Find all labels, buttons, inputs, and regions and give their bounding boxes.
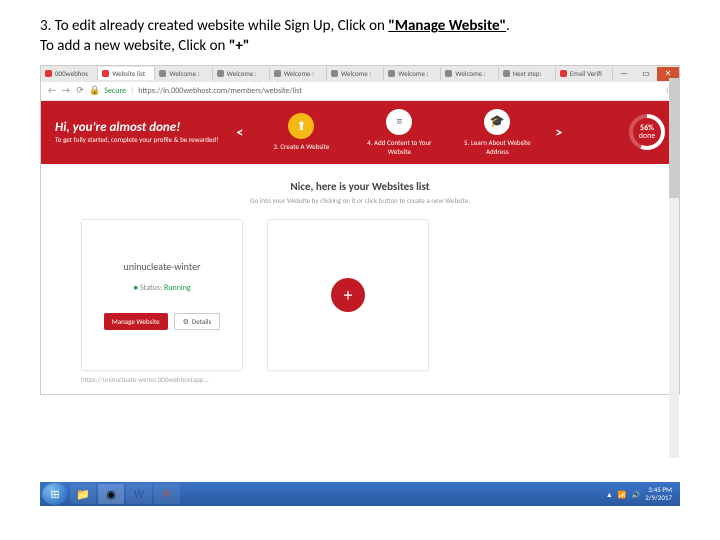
forward-icon[interactable]: → (61, 85, 71, 96)
step-add-content[interactable]: ≡ 4. Add Content to Your Website (359, 109, 439, 156)
tab-bar: 000webhos Website list Welcome : Welcome… (41, 66, 679, 82)
website-card[interactable]: uninucleate-winter ● Status: Running Man… (81, 219, 243, 371)
step-learn-address[interactable]: 🎓 5. Learn About Website Address (457, 109, 537, 156)
reload-icon[interactable]: ⟳ (75, 85, 85, 96)
chevron-left-icon[interactable]: < (236, 124, 243, 141)
browser-tab[interactable]: Welcome : (384, 67, 441, 80)
tray-flag-icon[interactable]: ▲ (606, 490, 613, 499)
browser-tab[interactable]: Welcome : (441, 67, 498, 80)
tray-volume-icon[interactable]: 🔊 (632, 490, 641, 499)
gear-icon: ⚙ (183, 317, 189, 326)
taskbar-chrome-icon[interactable]: ◉ (98, 484, 124, 504)
address-bar: ← → ⟳ 🔒 Secure | https://in.000webhost.c… (41, 82, 679, 101)
chevron-right-icon[interactable]: > (555, 124, 562, 141)
back-icon[interactable]: ← (47, 85, 57, 96)
window-minimize-button[interactable]: — (613, 67, 635, 81)
windows-taskbar: ⊞ 📁 ◉ W P ▲ 📶 🔊 3:45 PM2/9/2017 (40, 482, 680, 506)
browser-tab[interactable]: Email Verifi (556, 67, 613, 80)
tray-network-icon[interactable]: 📶 (618, 490, 627, 499)
page-subtitle: Go into your Website by clicking on it o… (81, 196, 639, 205)
taskbar-clock[interactable]: 3:45 PM2/9/2017 (645, 486, 672, 501)
taskbar-folder-icon[interactable]: 📁 (70, 484, 96, 504)
site-status: ● Status: Running (133, 283, 190, 293)
add-website-card[interactable]: + (267, 219, 429, 371)
browser-window: 000webhos Website list Welcome : Welcome… (40, 65, 680, 395)
upload-icon: ⬆ (288, 113, 314, 139)
window-maximize-button[interactable]: ▭ (635, 67, 657, 81)
page-content: Hi, you're almost done! To get fully sta… (41, 101, 679, 394)
site-name: uninucleate-winter (123, 260, 200, 273)
list-icon: ≡ (386, 109, 412, 135)
browser-tab[interactable]: Welcome : (270, 67, 327, 80)
browser-tab[interactable]: Next step: (499, 67, 556, 80)
browser-tab[interactable]: Welcome : (155, 67, 212, 80)
taskbar-word-icon[interactable]: W (126, 484, 152, 504)
progress-donut: 56%done (629, 114, 665, 150)
plus-icon: + (331, 278, 365, 312)
browser-tab[interactable]: Welcome : (213, 67, 270, 80)
manage-website-button[interactable]: Manage Website (104, 313, 168, 330)
secure-label: Secure (104, 86, 126, 96)
page-title: Nice, here is your Websites list (81, 180, 639, 193)
browser-tab[interactable]: 000webhos (41, 67, 98, 80)
url-text[interactable]: https://in.000webhost.com/members/websit… (138, 86, 302, 96)
banner-heading: Hi, you're almost done! To get fully sta… (55, 120, 218, 144)
site-url: https://uninucleate-winter.000webhostapp… (81, 375, 241, 384)
taskbar-powerpoint-icon[interactable]: P (154, 484, 180, 504)
browser-tab[interactable]: Welcome : (327, 67, 384, 80)
onboarding-banner: Hi, you're almost done! To get fully sta… (41, 101, 679, 164)
system-tray[interactable]: ▲ 📶 🔊 3:45 PM2/9/2017 (606, 486, 678, 501)
instruction-text: 3. To edit already created website while… (0, 0, 720, 65)
step-create-website[interactable]: ⬆ 3. Create A Website (261, 113, 341, 151)
start-button[interactable]: ⊞ (42, 483, 68, 505)
browser-tab-active[interactable]: Website list (98, 67, 155, 80)
lock-icon: 🔒 (89, 85, 100, 96)
details-button[interactable]: ⚙Details (174, 313, 221, 330)
scrollbar[interactable] (669, 78, 679, 458)
graduation-icon: 🎓 (484, 109, 510, 135)
